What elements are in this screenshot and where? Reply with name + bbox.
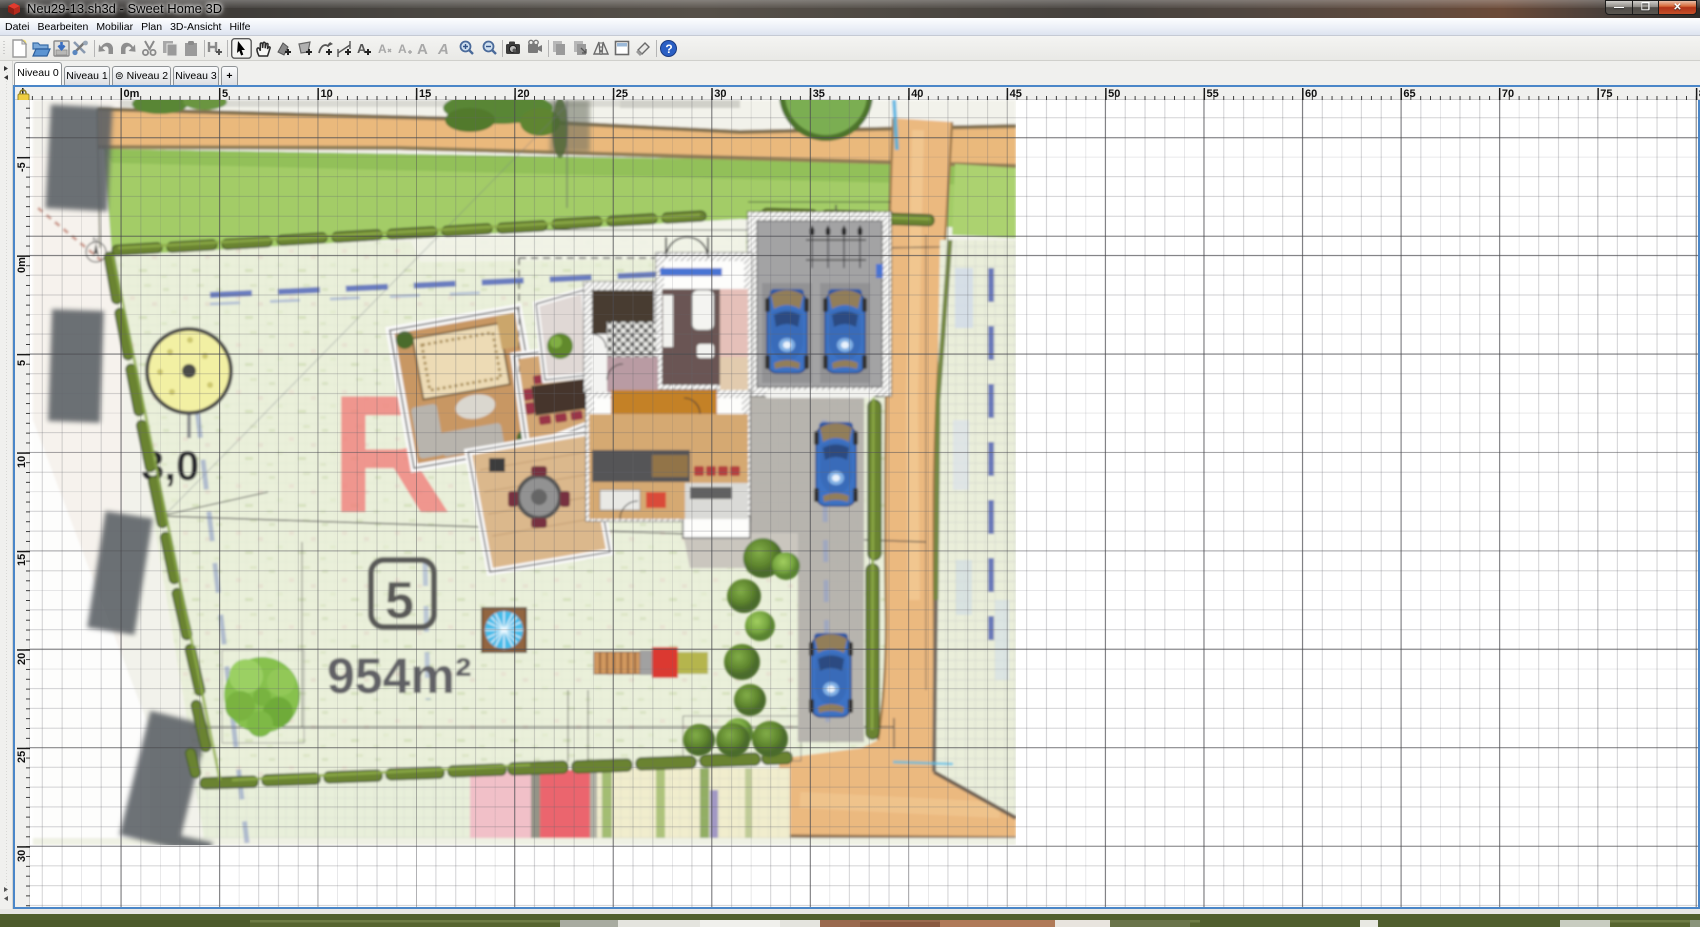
svg-text:A: A [357, 41, 367, 56]
svg-text:5: 5 [16, 360, 28, 366]
svg-text:A: A [398, 42, 407, 56]
svg-text:A: A [378, 42, 387, 56]
svg-text:10: 10 [321, 88, 333, 100]
svg-text:15: 15 [419, 88, 431, 100]
svg-text:0m: 0m [16, 257, 28, 273]
svg-text:75: 75 [1600, 88, 1612, 100]
svg-text:40: 40 [911, 88, 923, 100]
svg-text:50: 50 [1108, 88, 1120, 100]
svg-text:30: 30 [16, 850, 28, 862]
svg-text:A: A [417, 41, 428, 58]
svg-text:20: 20 [517, 88, 529, 100]
svg-text:55: 55 [1207, 88, 1219, 100]
svg-text:5: 5 [222, 88, 228, 100]
svg-text:35: 35 [813, 88, 825, 100]
svg-text:65: 65 [1403, 88, 1415, 100]
svg-text:70: 70 [1502, 88, 1514, 100]
svg-text:25: 25 [16, 751, 28, 763]
svg-text:30: 30 [714, 88, 726, 100]
svg-text:25: 25 [616, 88, 628, 100]
svg-text:60: 60 [1305, 88, 1317, 100]
svg-text:?: ? [665, 42, 672, 56]
svg-text:15: 15 [16, 554, 28, 566]
svg-text:0m: 0m [124, 88, 140, 100]
svg-text:A: A [437, 41, 449, 58]
svg-text:-5: -5 [16, 162, 28, 172]
svg-text:20: 20 [16, 653, 28, 665]
svg-text:45: 45 [1010, 88, 1022, 100]
svg-text:10: 10 [16, 456, 28, 468]
